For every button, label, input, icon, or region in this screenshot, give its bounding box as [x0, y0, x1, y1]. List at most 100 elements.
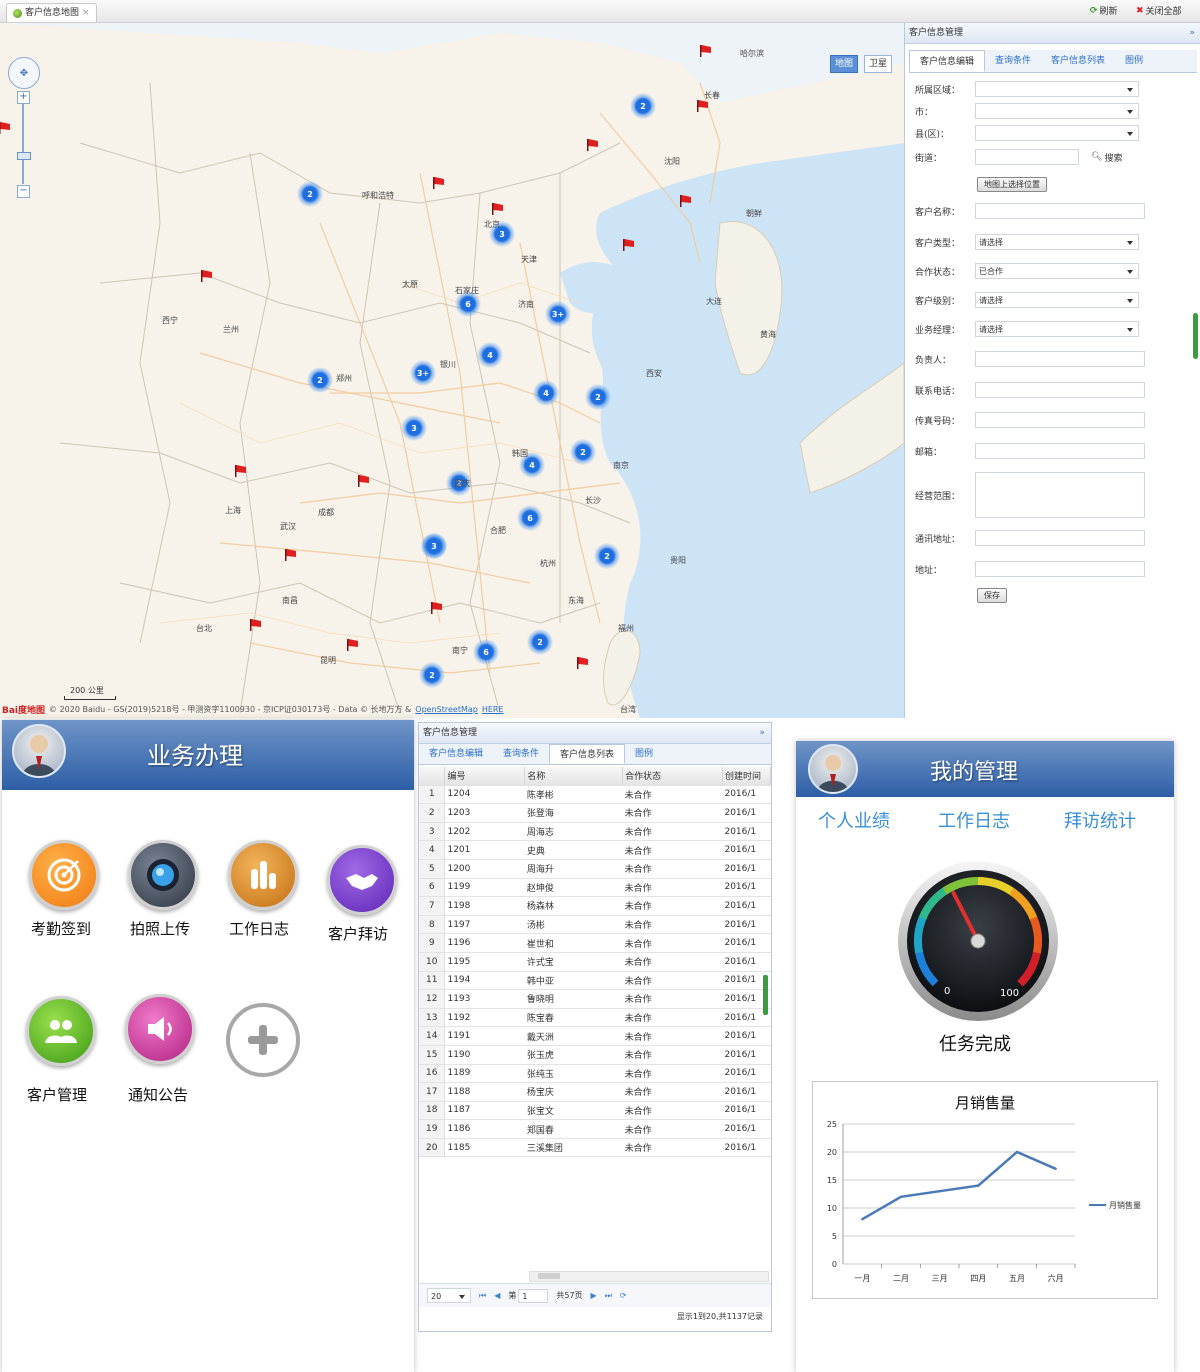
- tab-query[interactable]: 查询条件: [985, 50, 1041, 72]
- customer-flag-icon[interactable]: [249, 619, 262, 631]
- reload-icon[interactable]: ⟳: [620, 1291, 627, 1300]
- tab-visit-stats[interactable]: 拜访统计: [1064, 807, 1136, 833]
- customer-cluster-marker[interactable]: 2: [419, 662, 445, 688]
- attendance-button[interactable]: [29, 840, 99, 910]
- grid-tab-legend[interactable]: 图例: [625, 744, 663, 764]
- customer-cluster-marker[interactable]: 2: [570, 439, 596, 465]
- customer-cluster-marker[interactable]: 2: [594, 543, 620, 569]
- customer-cluster-marker[interactable]: 6: [473, 639, 499, 665]
- table-row[interactable]: 6 1199 赵坤俊 未合作 2016/1: [419, 878, 771, 898]
- grid-hscrollbar[interactable]: [529, 1271, 769, 1282]
- add-app-button[interactable]: [226, 1003, 300, 1077]
- customer-flag-icon[interactable]: [432, 177, 445, 189]
- table-row[interactable]: 13 1192 陈宝春 未合作 2016/1: [419, 1008, 771, 1028]
- address-input[interactable]: [975, 561, 1145, 577]
- customer-name-input[interactable]: [975, 203, 1145, 219]
- customer-flag-icon[interactable]: [679, 195, 692, 207]
- customer-flag-icon[interactable]: [586, 139, 599, 151]
- customer-flag-icon[interactable]: [200, 270, 213, 282]
- mail-addr-input[interactable]: [975, 530, 1145, 546]
- customer-cluster-marker[interactable]: 2: [297, 181, 323, 207]
- table-row[interactable]: 15 1190 张玉虎 未合作 2016/1: [419, 1045, 771, 1065]
- first-page-icon[interactable]: ⏮: [479, 1291, 486, 1301]
- panel-scrollbar[interactable]: [1193, 313, 1198, 359]
- prev-page-icon[interactable]: ◀: [494, 1291, 500, 1300]
- tab-customer-list[interactable]: 客户信息列表: [1041, 50, 1115, 72]
- last-page-icon[interactable]: ⏭: [605, 1291, 612, 1301]
- customer-cluster-marker[interactable]: 3+: [410, 360, 436, 386]
- region-select[interactable]: [975, 81, 1139, 97]
- here-link[interactable]: HERE: [482, 705, 504, 714]
- grid-vscroll-indicator[interactable]: [763, 975, 768, 1015]
- tab-customer-edit[interactable]: 客户信息编辑: [909, 50, 986, 72]
- customer-flag-icon[interactable]: [346, 639, 359, 651]
- column-header-created[interactable]: 创建时间: [722, 767, 771, 786]
- street-input[interactable]: [975, 149, 1079, 165]
- customer-cluster-marker[interactable]: 2: [307, 367, 333, 393]
- manager-avatar[interactable]: [808, 744, 858, 794]
- avatar[interactable]: [12, 724, 66, 778]
- customer-cluster-marker[interactable]: 3+: [545, 301, 571, 327]
- phone-input[interactable]: [975, 382, 1145, 398]
- table-row[interactable]: 16 1189 张纯玉 未合作 2016/1: [419, 1064, 771, 1084]
- table-row[interactable]: 19 1186 郑国春 未合作 2016/1: [419, 1119, 771, 1139]
- column-header-id[interactable]: 编号: [444, 767, 526, 786]
- next-page-icon[interactable]: ▶: [591, 1291, 597, 1300]
- table-row[interactable]: 8 1197 汤彬 未合作 2016/1: [419, 915, 771, 935]
- customer-level-select[interactable]: 请选择: [975, 292, 1139, 308]
- customer-cluster-marker[interactable]: 3: [421, 533, 447, 559]
- notice-button[interactable]: [125, 994, 195, 1064]
- customer-flag-icon[interactable]: [357, 475, 370, 487]
- collapse-panel-icon[interactable]: »: [1189, 23, 1195, 43]
- tab-personal-performance[interactable]: 个人业绩: [818, 807, 890, 833]
- pick-on-map-button[interactable]: 地图上选择位置: [977, 177, 1047, 192]
- customer-flag-icon[interactable]: [284, 549, 297, 561]
- contact-input[interactable]: [975, 351, 1145, 367]
- tab-customer-map[interactable]: 客户信息地图 ×: [6, 3, 97, 22]
- customer-flag-icon[interactable]: [234, 465, 247, 477]
- coop-status-select[interactable]: 已合作: [975, 263, 1139, 279]
- customer-flag-icon[interactable]: [491, 203, 504, 215]
- grid-tab-query[interactable]: 查询条件: [493, 744, 549, 764]
- customer-cluster-marker[interactable]: 6: [517, 505, 543, 531]
- customer-cluster-marker[interactable]: 2: [585, 384, 611, 410]
- pan-control-icon[interactable]: ✥: [8, 57, 40, 89]
- table-row[interactable]: 7 1198 杨森林 未合作 2016/1: [419, 896, 771, 916]
- customer-cluster-marker[interactable]: 3: [401, 415, 427, 441]
- table-row[interactable]: 2 1203 张登海 未合作 2016/1: [419, 803, 771, 823]
- customer-cluster-marker[interactable]: 4: [533, 380, 559, 406]
- customer-flag-icon[interactable]: [696, 100, 709, 112]
- table-row[interactable]: 3 1202 周海志 未合作 2016/1: [419, 822, 771, 842]
- fax-input[interactable]: [975, 412, 1145, 428]
- table-row[interactable]: 4 1201 史典 未合作 2016/1: [419, 840, 771, 860]
- manager-select[interactable]: 请选择: [975, 321, 1139, 337]
- page-number-input[interactable]: 1: [518, 1288, 549, 1303]
- column-header-status[interactable]: 合作状态: [622, 767, 723, 786]
- search-label[interactable]: 搜索: [1104, 151, 1122, 164]
- table-row[interactable]: 17 1188 杨宝庆 未合作 2016/1: [419, 1082, 771, 1102]
- map-canvas[interactable]: 地图 卫星 ✥ + − 22363+43+24232426222623 哈尔滨长…: [0, 23, 904, 718]
- refresh-button[interactable]: ⟳ 刷新: [1090, 4, 1118, 18]
- grid-tab-list[interactable]: 客户信息列表: [549, 744, 626, 764]
- table-row[interactable]: 5 1200 周海升 未合作 2016/1: [419, 859, 771, 879]
- page-size-select[interactable]: 20: [427, 1288, 471, 1303]
- map-type-satellite-button[interactable]: 卫星: [864, 55, 893, 73]
- tab-work-log[interactable]: 工作日志: [938, 807, 1010, 833]
- table-row[interactable]: 20 1185 三溪集团 未合作 2016/1: [419, 1138, 771, 1158]
- zoom-out-icon[interactable]: −: [17, 185, 30, 198]
- close-all-button[interactable]: ✖ 关闭全部: [1136, 4, 1182, 18]
- tab-close-icon[interactable]: ×: [82, 4, 90, 22]
- customer-flag-icon[interactable]: [576, 657, 589, 669]
- table-row[interactable]: 18 1187 张宝文 未合作 2016/1: [419, 1101, 771, 1121]
- column-header-name[interactable]: 名称: [524, 767, 624, 786]
- customer-flag-icon[interactable]: [0, 122, 11, 134]
- table-row[interactable]: 12 1193 鲁晓明 未合作 2016/1: [419, 989, 771, 1009]
- customer-cluster-marker[interactable]: 2: [630, 93, 656, 119]
- save-button[interactable]: 保存: [977, 588, 1007, 603]
- customer-flag-icon[interactable]: [622, 239, 635, 251]
- map-type-map-button[interactable]: 地图: [830, 55, 859, 73]
- zoom-in-icon[interactable]: +: [17, 91, 30, 104]
- email-input[interactable]: [975, 443, 1145, 459]
- customer-cluster-marker[interactable]: 4: [477, 342, 503, 368]
- table-row[interactable]: 1 1204 陈孝彬 未合作 2016/1: [419, 785, 771, 805]
